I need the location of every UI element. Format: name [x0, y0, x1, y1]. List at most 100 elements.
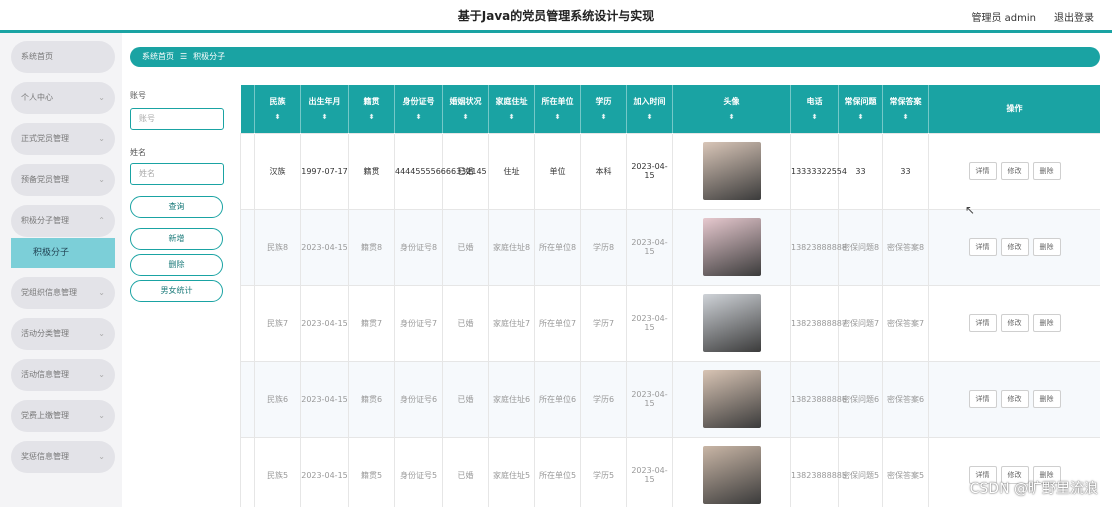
column-header[interactable]: 家庭住址 ⬍ — [488, 85, 535, 133]
avatar-cell — [672, 132, 791, 210]
column-header[interactable]: 学历 ⬍ — [580, 85, 627, 133]
sidebar-item-activity-info[interactable]: 活动信息管理 ⌄ — [11, 359, 115, 391]
sort-icon: ⬍ — [902, 113, 909, 122]
avatar — [702, 294, 761, 352]
detail-button[interactable]: 详情 — [968, 314, 997, 332]
sidebar-item-home[interactable]: 系统首页 — [11, 41, 115, 73]
sort-icon: ⬍ — [554, 113, 561, 122]
account-label: 账号 — [130, 91, 146, 100]
select-cell[interactable] — [240, 436, 255, 507]
detail-button[interactable]: 详情 — [968, 162, 997, 180]
table-cell: 2023-04-15 — [626, 436, 673, 507]
table-cell: 身份证号8 — [394, 208, 443, 286]
sort-icon: ⬍ — [646, 113, 653, 122]
chevron-down-icon: ⌄ — [98, 411, 105, 420]
table-cell: 2023-04-15 — [300, 284, 349, 362]
select-cell[interactable] — [240, 360, 255, 438]
column-header[interactable]: 电话 ⬍ — [790, 85, 839, 133]
sidebar-item-activity-category[interactable]: 活动分类管理 ⌄ — [11, 318, 115, 350]
table-cell: 2023-04-15 — [626, 284, 673, 362]
select-cell[interactable] — [240, 208, 255, 286]
gender-stats-button[interactable]: 男女统计 — [130, 280, 223, 302]
table-cell: 单位 — [534, 132, 581, 210]
column-header[interactable]: 头像 ⬍ — [672, 85, 791, 133]
table-cell: 家庭住址6 — [488, 360, 535, 438]
table-cell: 住址 — [488, 132, 535, 210]
sort-icon: ⬍ — [415, 113, 422, 122]
select-cell[interactable] — [240, 284, 255, 362]
chevron-down-icon: ⌄ — [98, 452, 105, 461]
sort-icon: ⬍ — [600, 113, 607, 122]
delete-button[interactable]: 删除 — [1032, 238, 1061, 256]
sort-icon: ⬍ — [728, 113, 735, 122]
column-header-ops: 操作 — [928, 85, 1100, 133]
table-cell: 籍贯5 — [348, 436, 395, 507]
menu-icon: ☰ — [180, 52, 188, 61]
table-cell: 家庭住址7 — [488, 284, 535, 362]
column-header[interactable]: 民族 ⬍ — [254, 85, 301, 133]
top-bar: 基于Java的党员管理系统设计与实现 管理员 admin 退出登录 — [0, 0, 1112, 30]
table-cell: 2023-04-15 — [626, 132, 673, 210]
add-button[interactable]: 新增 — [130, 228, 223, 250]
table-cell: 2023-04-15 — [626, 360, 673, 438]
ops-cell: 详情 修改 删除 — [928, 284, 1100, 362]
column-header[interactable]: 加入时间 ⬍ — [626, 85, 673, 133]
column-header[interactable]: 常保问题 ⬍ — [838, 85, 883, 133]
column-header[interactable]: 常保答案 ⬍ — [882, 85, 929, 133]
table-row: 民族7 2023-04-15 籍贯7 身份证号7 已婚 家庭住址7 所在单位7 学历7 2023… — [240, 284, 1100, 362]
table-cell: 学历6 — [580, 360, 627, 438]
avatar — [702, 218, 761, 276]
table-cell: 444455556666332145 — [394, 132, 487, 210]
table-row: 汉族 1997-07-17 籍贯 444455556666332145 已婚 住址 单位 本科… — [240, 132, 1100, 210]
breadcrumb-home[interactable]: 系统首页 — [142, 52, 174, 61]
detail-button[interactable]: 详情 — [968, 238, 997, 256]
account-input[interactable]: 账号 — [130, 108, 224, 130]
chevron-down-icon: ⌄ — [98, 370, 105, 379]
sidebar-item-activists[interactable]: 积极分子管理 ⌃ — [11, 205, 115, 237]
delete-button[interactable]: 删除 — [1032, 390, 1061, 408]
column-header[interactable]: 身份证号 ⬍ — [394, 85, 443, 133]
column-header[interactable]: 出生年月 ⬍ — [300, 85, 349, 133]
edit-button[interactable]: 修改 — [1000, 390, 1029, 408]
sidebar-item-formal-members[interactable]: 正式党员管理 ⌄ — [11, 123, 115, 155]
table-cell: 所在单位7 — [534, 284, 581, 362]
sidebar-item-org-info[interactable]: 党组织信息管理 ⌄ — [11, 277, 115, 309]
sort-icon: ⬍ — [321, 113, 328, 122]
sidebar-item-probationary-members[interactable]: 预备党员管理 ⌄ — [11, 164, 115, 196]
column-header[interactable]: 籍贯 ⬍ — [348, 85, 395, 133]
edit-button[interactable]: 修改 — [1000, 238, 1029, 256]
logout-link[interactable]: 退出登录 — [1054, 9, 1094, 24]
sidebar-item-dues[interactable]: 党费上缴管理 ⌄ — [11, 400, 115, 432]
table-cell: 家庭住址5 — [488, 436, 535, 507]
column-header[interactable]: 婚姻状况 ⬍ — [442, 85, 489, 133]
ops-cell: 详情 修改 删除 — [928, 208, 1100, 286]
table-cell: 13823888885 — [790, 436, 847, 507]
sort-icon: ⬍ — [508, 113, 515, 122]
sidebar-subitem-activists[interactable]: 积极分子 — [11, 238, 115, 268]
delete-button[interactable]: 删除 — [1032, 162, 1061, 180]
table-cell: 2023-04-15 — [626, 208, 673, 286]
table-cell: 已婚 — [442, 284, 489, 362]
column-header[interactable]: 所在单位 ⬍ — [534, 85, 581, 133]
delete-button[interactable]: 删除 — [1032, 314, 1061, 332]
edit-button[interactable]: 修改 — [1000, 162, 1029, 180]
table-cell: 籍贯7 — [348, 284, 395, 362]
detail-button[interactable]: 详情 — [968, 390, 997, 408]
chevron-down-icon: ⌄ — [98, 288, 105, 297]
avatar — [702, 446, 761, 504]
select-cell[interactable] — [240, 132, 255, 210]
select-column — [240, 85, 255, 133]
sidebar-item-rewards[interactable]: 奖惩信息管理 ⌄ — [11, 441, 115, 473]
avatar — [702, 370, 761, 428]
table-cell: 所在单位5 — [534, 436, 581, 507]
search-button[interactable]: 查询 — [130, 196, 223, 218]
edit-button[interactable]: 修改 — [1000, 314, 1029, 332]
sort-icon: ⬍ — [811, 113, 818, 122]
admin-label: 管理员 admin — [971, 13, 1036, 24]
table-cell: 已婚 — [442, 360, 489, 438]
mouse-cursor-icon: ↖ — [965, 203, 976, 217]
batch-delete-button[interactable]: 删除 — [130, 254, 223, 276]
chevron-up-icon: ⌃ — [98, 216, 105, 225]
name-input[interactable]: 姓名 — [130, 163, 224, 185]
sidebar-item-profile[interactable]: 个人中心 ⌄ — [11, 82, 115, 114]
